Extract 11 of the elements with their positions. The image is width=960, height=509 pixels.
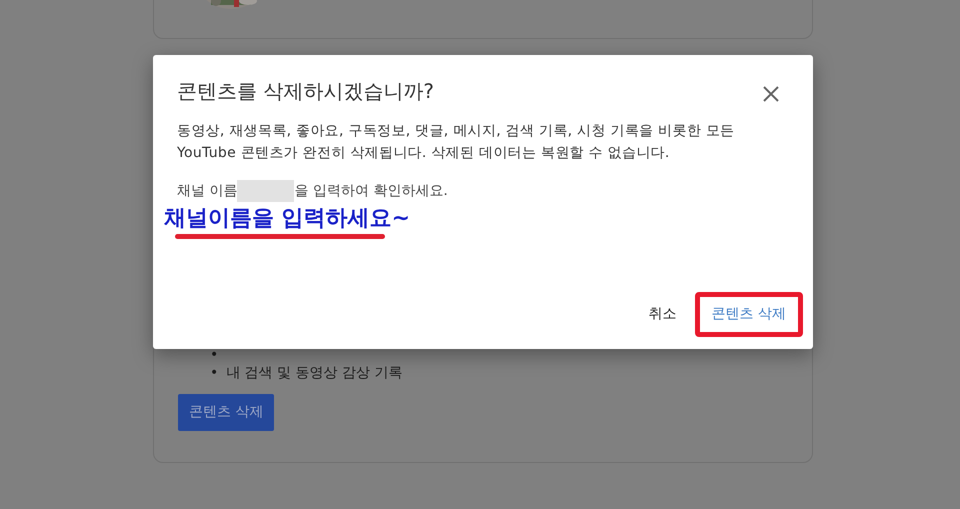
cancel-button[interactable]: 취소 xyxy=(644,298,681,331)
annotation-text: 채널이름을 입력하세요~ xyxy=(164,205,412,233)
dialog-message: 동영상, 재생목록, 좋아요, 구독정보, 댓글, 메시지, 검색 기록, 시청 기록을 비롯한 모든 YouTube 콘텐츠가 완전히 삭제됩니다. 삭제된 데이터는 복원할 수 없습니다. xyxy=(177,122,736,163)
prompt-text: 채널 이름 xyxy=(177,182,238,200)
list-item: 내 검색 및 동영상 감상 기록 xyxy=(226,364,403,383)
prompt-text: 을 입력하여 확인하세요. xyxy=(294,182,448,200)
bullet-mark: • xyxy=(210,346,218,365)
delete-content-button[interactable]: 콘텐츠 삭제 xyxy=(694,292,803,337)
dialog-title: 콘텐츠를 삭제하시겠습니까? xyxy=(177,78,435,105)
bullet-mark: • xyxy=(210,364,218,383)
delete-content-button[interactable]: 콘텐츠 삭제 xyxy=(178,394,274,431)
